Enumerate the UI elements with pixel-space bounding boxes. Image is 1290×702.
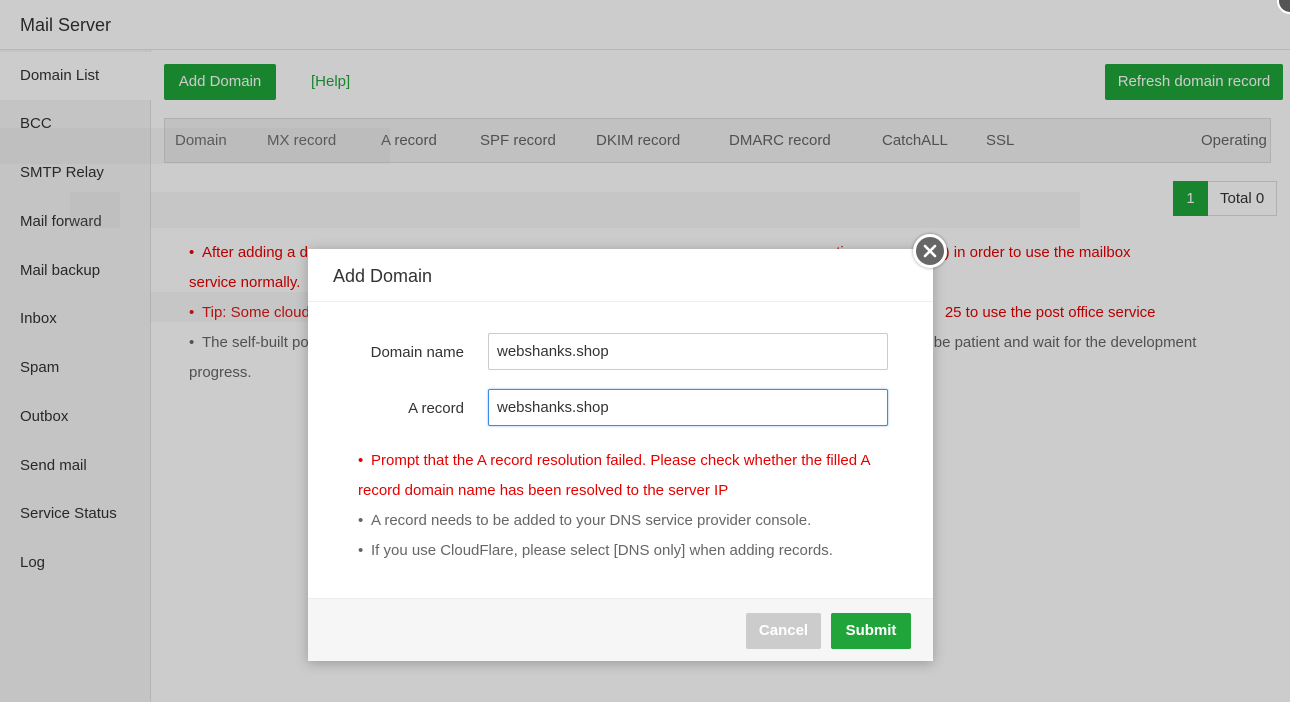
dialog-tips-list: • Prompt that the A record resolution fai… — [358, 446, 898, 566]
dialog-tip-item: • If you use CloudFlare, please select [D… — [358, 542, 833, 559]
dialog-tip-text: Prompt that the A record resolution fail… — [358, 452, 870, 499]
dialog-title: Add Domain — [333, 266, 433, 286]
submit-button[interactable]: Submit — [831, 613, 911, 649]
dialog-tip-text: If you use CloudFlare, please select [DN… — [371, 542, 833, 559]
dialog-tip-item: • A record needs to be added to your DNS … — [358, 512, 812, 529]
dialog-header: Add Domain — [308, 249, 933, 302]
mail-server-page: Mail Server Domain List BCC SMTP Relay M… — [0, 0, 1290, 702]
domain-name-label: Domain name — [370, 344, 464, 361]
add-domain-dialog: Add Domain Domain name A record •Prompt … — [308, 234, 947, 661]
background-ghost-bar — [70, 192, 120, 228]
domain-name-input[interactable] — [488, 333, 888, 370]
background-ghost-bar — [0, 128, 390, 164]
a-record-input[interactable] — [488, 389, 888, 426]
background-ghost-bar — [150, 192, 1080, 228]
close-circle-icon[interactable] — [913, 234, 947, 268]
dialog-footer: Cancel Submit — [308, 598, 933, 661]
cancel-button[interactable]: Cancel — [746, 613, 821, 649]
a-record-label: A record — [408, 400, 464, 417]
background-ghost-bar — [150, 292, 310, 322]
dialog-tip-text: A record needs to be added to your DNS s… — [371, 512, 812, 529]
dialog-tip-error: • Prompt that the A record resolution fai… — [358, 452, 870, 499]
